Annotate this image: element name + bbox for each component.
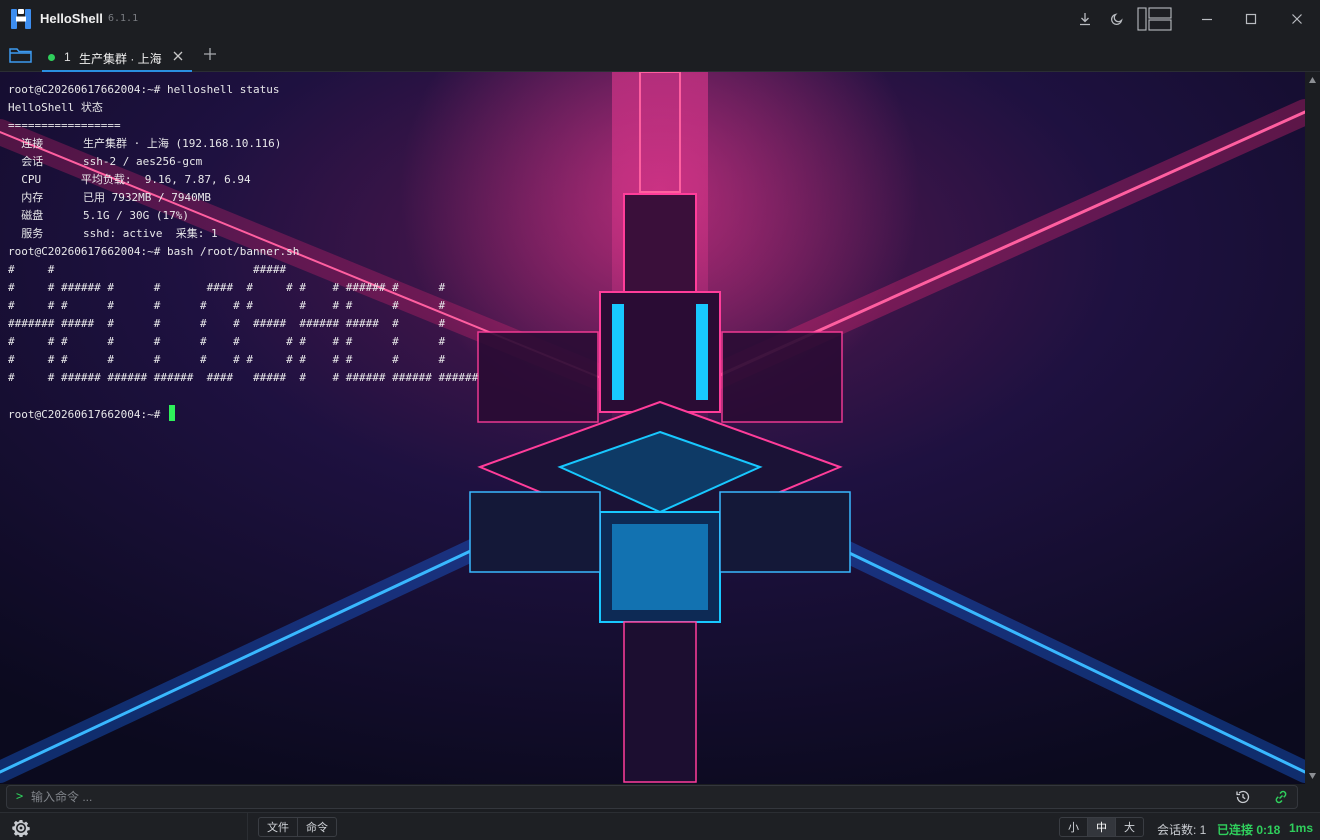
tab-label: 生产集群 · 上海 — [79, 52, 162, 66]
moon-icon — [1110, 13, 1123, 26]
tab-session-1[interactable]: 1 生产集群 · 上海 — [42, 42, 192, 72]
download-button[interactable] — [1075, 9, 1095, 29]
maximize-button[interactable] — [1241, 9, 1261, 29]
font-size-switcher: 小 中 大 — [1059, 817, 1144, 837]
terminal-line: 内存 已用 7932MB / 7940MB — [8, 191, 211, 204]
panel-switcher: 文件 命令 — [258, 817, 337, 837]
tab-index: 1 — [64, 50, 71, 64]
status-divider — [247, 813, 248, 840]
terminal-line: 会话 ssh-2 / aes256-gcm — [8, 155, 203, 168]
connection-status-dot — [48, 54, 55, 61]
panel-tab-commands[interactable]: 命令 — [298, 818, 336, 836]
terminal-line: root@C20260617662004:~# helloshell statu… — [8, 83, 280, 96]
maximize-icon — [1245, 13, 1257, 25]
file-browser-button[interactable] — [8, 45, 34, 65]
scroll-up-icon[interactable] — [1308, 76, 1317, 84]
command-input[interactable] — [31, 788, 1211, 806]
theme-toggle-button[interactable] — [1107, 9, 1127, 29]
terminal-line: 连接 生产集群 · 上海 (192.168.10.116) — [8, 137, 282, 150]
command-bar: > — [0, 784, 1320, 812]
layout-toggle-button[interactable] — [1137, 7, 1173, 31]
terminal-line: # # ###### # # #### # # # # ###### # # — [8, 281, 446, 294]
session-count: 会话数: 1 — [1157, 823, 1207, 837]
terminal-line: CPU 平均负载: 9.16, 7.87, 6.94 — [8, 173, 251, 186]
gear-icon[interactable] — [12, 819, 30, 837]
app-title: HelloShell — [40, 11, 103, 26]
minimize-icon — [1202, 18, 1212, 21]
terminal-cursor — [168, 405, 175, 421]
terminal-line: # # # # # # # # # # # # # — [8, 299, 446, 312]
scroll-down-icon[interactable] — [1308, 772, 1317, 780]
history-icon[interactable] — [1235, 789, 1251, 805]
terminal-line: root@C20260617662004:~# bash /root/banne… — [8, 245, 300, 258]
app-version: 6.1.1 — [108, 13, 139, 24]
title-bar: HelloShell 6.1.1 — [0, 0, 1320, 38]
close-icon — [1292, 14, 1302, 24]
terminal-line: ================= — [8, 119, 121, 132]
terminal-output: root@C20260617662004:~# helloshell statu… — [8, 81, 478, 423]
helloshell-logo-icon — [11, 9, 31, 29]
link-icon[interactable] — [1273, 789, 1289, 805]
terminal-line: HelloShell 状态 — [8, 101, 103, 114]
folder-icon — [9, 48, 32, 63]
add-tab-icon[interactable] — [200, 44, 220, 64]
terminal-line: # # ###### ###### ###### #### ##### # # … — [8, 371, 479, 384]
minimize-button[interactable] — [1197, 9, 1217, 29]
layout-split-icon — [1137, 7, 1172, 31]
download-icon — [1080, 13, 1090, 26]
status-bar: 文件 命令 小 中 大 会话数: 1 已连接 0:18 1ms — [0, 812, 1320, 840]
font-size-small[interactable]: 小 — [1060, 818, 1088, 836]
terminal-line: root@C20260617662004:~# — [8, 405, 478, 423]
terminal-line: 服务 sshd: active 采集: 1 — [8, 227, 218, 240]
command-box: > — [6, 785, 1298, 809]
connection-status: 已连接 0:18 — [1217, 823, 1281, 837]
terminal-line: ####### ##### # # # # ##### ###### #####… — [8, 317, 446, 330]
terminal-view[interactable]: root@C20260617662004:~# helloshell statu… — [0, 72, 1305, 784]
command-prompt: > — [16, 789, 24, 803]
close-button[interactable] — [1287, 9, 1307, 29]
font-size-large[interactable]: 大 — [1116, 818, 1143, 836]
terminal-line: # # # # # # # # # # # # # — [8, 335, 446, 348]
tab-close-icon[interactable] — [170, 48, 186, 64]
terminal-line: # # # # # # # # # # # # # # — [8, 353, 446, 366]
terminal-line: # # ##### — [8, 263, 287, 276]
font-size-medium[interactable]: 中 — [1088, 818, 1116, 836]
terminal-line: 磁盘 5.1G / 30G (17%) — [8, 209, 189, 222]
latency-value: 1ms — [1289, 821, 1314, 835]
terminal-scrollbar[interactable] — [1305, 72, 1320, 784]
tab-bar: 1 生产集群 · 上海 — [0, 38, 1320, 72]
panel-tab-files[interactable]: 文件 — [259, 818, 298, 836]
